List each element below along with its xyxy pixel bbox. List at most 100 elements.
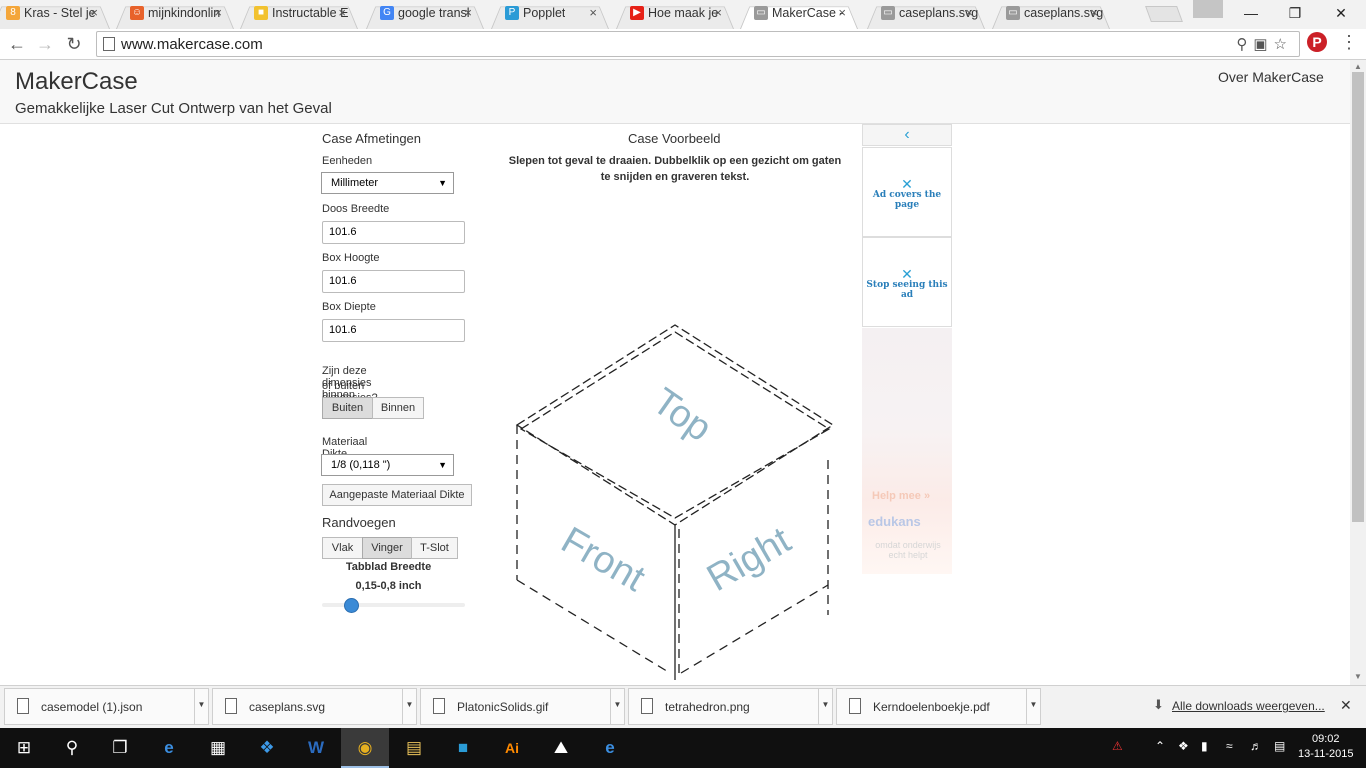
about-link[interactable]: Over MakerCase — [1218, 69, 1324, 85]
browser-tab[interactable]: ▭ caseplans.svg × — [984, 0, 1118, 29]
front-face-label: Front — [554, 519, 652, 600]
ad-back-button[interactable]: ‹ — [862, 124, 952, 146]
material-select[interactable]: 1/8 (0,118 ") ▼ — [321, 454, 454, 476]
file-icon — [17, 698, 29, 714]
units-select[interactable]: Millimeter ▼ — [321, 172, 454, 194]
tab-width-slider-knob[interactable] — [343, 598, 359, 613]
site-brand[interactable]: MakerCase — [15, 68, 138, 96]
tab-close-icon[interactable]: × — [214, 6, 222, 20]
omnibox-icons[interactable]: ⚲▣☆ — [1236, 35, 1293, 53]
profile-button[interactable] — [1193, 0, 1223, 18]
file-icon — [849, 698, 861, 714]
url-text[interactable]: www.makercase.com — [121, 36, 263, 53]
browser-tab[interactable]: Ggoogle transl × — [358, 0, 492, 29]
download-item[interactable]: caseplans.svg ▼ — [212, 688, 417, 725]
box-preview[interactable]: Top Front Right — [505, 315, 845, 685]
tab-close-icon[interactable]: × — [90, 6, 98, 20]
download-item[interactable]: Kerndoelenboekje.pdf ▼ — [836, 688, 1041, 725]
tab-title: mijnkindonlin — [148, 6, 221, 20]
file-explorer-icon[interactable]: ▤ — [400, 734, 428, 762]
download-item[interactable]: tetrahedron.png ▼ — [628, 688, 833, 725]
notification-alert-icon[interactable]: ⚠ — [1112, 739, 1123, 753]
show-all-downloads-link[interactable]: Alle downloads weergeven... — [1172, 699, 1325, 713]
browser-tab[interactable]: ☺ mijnkindonlin × — [108, 0, 242, 29]
scroll-up-icon[interactable]: ▲ — [1354, 62, 1362, 71]
close-window-button[interactable]: ✕ — [1318, 0, 1364, 29]
browser-tab[interactable]: P Popplet × — [483, 0, 617, 29]
browser-tab[interactable]: 8 Kras - Stel je × — [0, 0, 118, 29]
edge-browser-icon[interactable]: e — [155, 734, 183, 762]
tab-close-icon[interactable]: × — [464, 6, 472, 20]
chevron-down-icon[interactable]: ▼ — [1026, 689, 1040, 724]
chevron-up-icon[interactable]: ⌃ — [1155, 739, 1165, 753]
edge-tslot-button[interactable]: T-Slot — [411, 537, 458, 559]
store-icon[interactable]: ▦ — [204, 734, 232, 762]
dropbox-icon[interactable]: ❖ — [253, 734, 281, 762]
clock[interactable]: 09:02 13-11-2015 — [1298, 732, 1353, 762]
custom-material-button[interactable]: Aangepaste Materiaal Dikte — [322, 484, 472, 506]
menu-icon[interactable]: ⋮ — [1340, 32, 1358, 53]
chevron-down-icon[interactable]: ▼ — [402, 689, 416, 724]
height-input[interactable]: 101.6 — [322, 270, 465, 293]
section-title: Case Afmetingen — [322, 131, 422, 146]
edge-flat-button[interactable]: Vlak — [322, 537, 363, 559]
tab-close-icon[interactable]: × — [589, 6, 597, 20]
minimize-button[interactable]: — — [1228, 0, 1274, 29]
chrome-icon[interactable]: ◉ — [351, 734, 379, 762]
browser-tab[interactable]: ▭ caseplans.svg × — [859, 0, 993, 29]
tab-favicon-icon: ▭ — [881, 6, 895, 20]
task-view-icon[interactable]: ❐ — [106, 734, 134, 762]
scroll-thumb[interactable] — [1352, 72, 1364, 522]
pinterest-icon[interactable]: P — [1307, 32, 1327, 52]
volume-icon[interactable]: ♬ — [1250, 739, 1262, 753]
battery-icon[interactable]: ▮ — [1201, 739, 1208, 753]
action-center-icon[interactable]: ▤ — [1274, 739, 1285, 753]
chevron-down-icon[interactable]: ▼ — [194, 689, 208, 724]
wifi-icon[interactable]: ≈ — [1226, 739, 1233, 753]
browser-tab[interactable]: ▶ Hoe maak je × — [608, 0, 742, 29]
ad-image[interactable] — [862, 328, 952, 574]
file-icon — [641, 698, 653, 714]
address-bar[interactable]: www.makercase.com ⚲▣☆ — [96, 31, 1300, 57]
depth-input[interactable]: 101.6 — [322, 319, 465, 342]
internet-explorer-icon[interactable]: e — [596, 734, 624, 762]
forward-icon[interactable]: → — [33, 33, 57, 55]
page-scrollbar[interactable]: ▲ ▼ — [1350, 60, 1366, 685]
chevron-down-icon[interactable]: ▼ — [610, 689, 624, 724]
web-page: MakerCase Gemakkelijke Laser Cut Ontwerp… — [0, 60, 1350, 685]
tab-title: Hoe maak je — [648, 6, 719, 20]
ad-help-text[interactable]: Help mee » — [872, 490, 930, 502]
dropbox-tray-icon[interactable]: ❖ — [1178, 739, 1189, 753]
browser-tab[interactable]: ▭ MakerCase - × — [732, 0, 866, 29]
inside-button[interactable]: Binnen — [372, 397, 424, 419]
tab-close-icon[interactable]: × — [338, 6, 346, 20]
photos-icon[interactable]: ⛰ — [547, 734, 575, 762]
download-item[interactable]: PlatonicSolids.gif ▼ — [420, 688, 625, 725]
illustrator-icon[interactable]: Ai — [498, 734, 526, 762]
tab-close-icon[interactable]: × — [965, 6, 973, 20]
tab-close-icon[interactable]: × — [1090, 6, 1098, 20]
search-icon[interactable]: ⚲ — [58, 734, 86, 762]
browser-tab[interactable]: ■ Instructable E × — [232, 0, 366, 29]
edge-finger-button[interactable]: Vinger — [362, 537, 412, 559]
ad-covers-button[interactable]: ✕ Ad covers the page — [862, 147, 952, 237]
tab-close-icon[interactable]: × — [838, 6, 846, 20]
site-tagline: Gemakkelijke Laser Cut Ontwerp van het G… — [15, 100, 332, 117]
reload-icon[interactable]: ↻ — [62, 33, 86, 55]
ad-stop-button[interactable]: ✕ Stop seeing this ad — [862, 237, 952, 327]
download-item[interactable]: casemodel (1).json ▼ — [4, 688, 209, 725]
preview-hint: Slepen tot geval te draaien. Dubbelklik … — [508, 155, 842, 183]
chevron-down-icon[interactable]: ▼ — [818, 689, 832, 724]
new-tab-button[interactable] — [1145, 6, 1183, 22]
file-icon — [225, 698, 237, 714]
scroll-down-icon[interactable]: ▼ — [1354, 672, 1362, 681]
outside-button[interactable]: Buiten — [322, 397, 373, 419]
back-icon[interactable]: ← — [5, 33, 29, 55]
restore-button[interactable]: ❐ — [1272, 0, 1318, 29]
width-input[interactable]: 101.6 — [322, 221, 465, 244]
tab-close-icon[interactable]: × — [714, 6, 722, 20]
windows-start-icon[interactable]: ⊞ — [10, 734, 38, 762]
word-icon[interactable]: W — [302, 734, 330, 762]
store-bag-icon[interactable]: ■ — [449, 734, 477, 762]
close-icon[interactable]: ✕ — [1340, 697, 1352, 714]
